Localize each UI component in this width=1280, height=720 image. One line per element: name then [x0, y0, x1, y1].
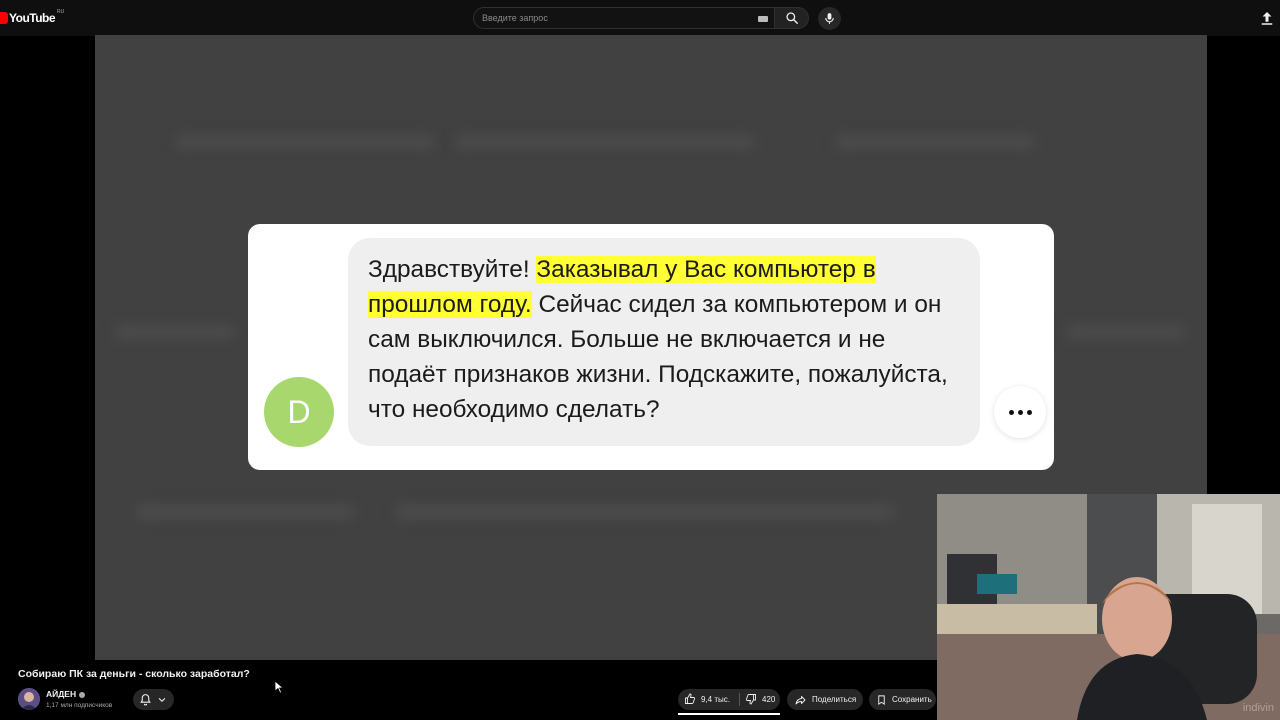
channel-avatar[interactable]	[18, 688, 40, 710]
blurred-background	[455, 135, 755, 149]
blurred-background	[395, 505, 895, 519]
save-button[interactable]: Сохранить	[869, 689, 936, 710]
voice-search-button[interactable]	[818, 7, 841, 30]
share-button[interactable]: Поделиться	[787, 689, 863, 710]
logo-text: YouTube	[9, 11, 56, 25]
dislike-count: 420	[762, 694, 776, 704]
like-indicator-bar	[678, 713, 780, 715]
sender-avatar: D	[264, 377, 334, 447]
bookmark-icon	[878, 694, 885, 705]
like-button[interactable]: 9,4 тыс.	[684, 693, 730, 705]
blurred-background	[1065, 325, 1185, 339]
blurred-background	[835, 135, 1035, 149]
blurred-background	[135, 505, 355, 519]
thumbs-down-icon	[745, 694, 756, 705]
webcam-overlay: indivin	[937, 494, 1280, 720]
like-divider	[739, 693, 740, 706]
watermark: indivin	[1242, 702, 1274, 714]
message-text-start: Здравствуйте!	[368, 256, 537, 283]
mic-icon	[825, 13, 834, 24]
mouse-cursor-icon	[275, 681, 284, 694]
more-dots-icon	[1026, 409, 1032, 415]
webcam-image	[937, 494, 1280, 720]
save-label: Сохранить	[892, 695, 932, 704]
verified-icon	[79, 691, 86, 698]
more-options-button[interactable]	[994, 386, 1046, 438]
chat-message-card: D Здравствуйте! Заказывал у Вас компьюте…	[248, 224, 1054, 470]
more-dots-icon	[1008, 409, 1014, 415]
youtube-play-icon	[0, 12, 8, 24]
search-icon	[786, 12, 798, 24]
blurred-background	[115, 325, 235, 339]
blurred-background	[175, 135, 435, 149]
share-label: Поделиться	[812, 695, 857, 704]
channel-name-row[interactable]: АЙДЕН	[46, 689, 86, 699]
subscriber-count: 1,17 млн подписчиков	[46, 702, 113, 709]
subscribed-button[interactable]	[133, 689, 174, 710]
logo-region: RU	[57, 9, 65, 15]
upload-button[interactable]	[1258, 9, 1276, 27]
search-button[interactable]	[775, 7, 809, 29]
thumbs-up-icon	[685, 693, 696, 704]
more-dots-icon	[1017, 409, 1023, 415]
upload-icon	[1261, 12, 1273, 25]
message-bubble: Здравствуйте! Заказывал у Вас компьютер …	[348, 238, 980, 446]
bell-icon	[140, 694, 151, 706]
channel-name[interactable]: АЙДЕН	[46, 689, 76, 699]
channel-avatar-image	[18, 688, 40, 710]
keyboard-icon[interactable]	[758, 16, 768, 22]
youtube-logo[interactable]: YouTube RU	[0, 9, 64, 27]
like-count: 9,4 тыс.	[701, 694, 730, 704]
search-input[interactable]	[482, 8, 752, 28]
top-bar: YouTube RU	[0, 0, 1280, 36]
video-title: Собираю ПК за деньги - сколько заработал…	[18, 668, 250, 680]
dislike-button[interactable]: 420	[745, 693, 775, 705]
share-icon	[795, 695, 806, 704]
chevron-down-icon	[158, 697, 166, 702]
search-box	[473, 7, 775, 29]
